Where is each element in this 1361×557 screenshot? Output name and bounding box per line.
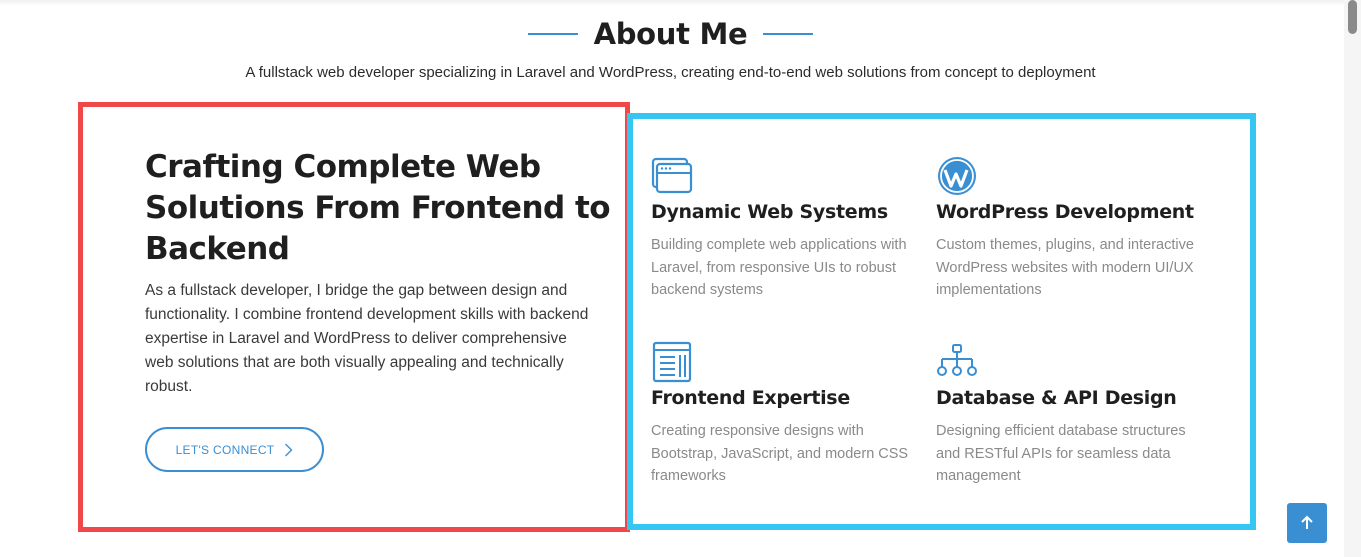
feature-wordpress-development: WordPress Development Custom themes, plu… (936, 155, 1206, 302)
feature-text: Creating responsive designs with Bootstr… (651, 423, 909, 484)
chevron-right-icon (285, 443, 293, 456)
top-shadow (0, 0, 1344, 6)
feature-title: Database & API Design (936, 387, 1177, 409)
lets-connect-label: LET'S CONNECT (175, 442, 275, 457)
section-title: About Me (593, 17, 748, 51)
section-subtitle: A fullstack web developer specializing i… (245, 64, 1096, 81)
wordpress-icon (938, 157, 976, 195)
diagram-icon (937, 344, 977, 376)
lets-connect-button[interactable]: LET'S CONNECT (145, 427, 324, 472)
title-line-left (527, 33, 578, 35)
intro-text: As a fullstack developer, I bridge the g… (145, 282, 589, 395)
arrow-up-icon (1301, 515, 1313, 529)
features-panel: Dynamic Web Systems Building complete we… (627, 113, 1256, 530)
feature-text: Building complete web applications with … (651, 237, 907, 298)
back-to-top-button[interactable] (1287, 503, 1327, 543)
intro-heading: Crafting Complete Web Solutions From Fro… (145, 149, 611, 267)
feature-frontend-expertise: Frontend Expertise Creating responsive d… (651, 341, 921, 488)
scrollbar-thumb[interactable] (1348, 0, 1357, 34)
intro-panel: Crafting Complete Web Solutions From Fro… (78, 102, 630, 532)
feature-text: Custom themes, plugins, and interactive … (936, 237, 1194, 298)
feature-dynamic-web-systems: Dynamic Web Systems Building complete we… (651, 155, 921, 302)
feature-title: Dynamic Web Systems (651, 201, 888, 223)
feature-title: WordPress Development (936, 201, 1194, 223)
feature-title: Frontend Expertise (651, 387, 850, 409)
feature-database-api-design: Database & API Design Designing efficien… (936, 341, 1206, 488)
browser-windows-icon (651, 157, 693, 194)
section-header: About Me A fullstack web developer speci… (0, 14, 1341, 81)
title-line-right (763, 33, 814, 35)
layout-icon (652, 341, 692, 383)
title-row: About Me (0, 14, 1341, 54)
vertical-scrollbar[interactable] (1344, 0, 1361, 557)
feature-text: Designing efficient database structures … (936, 423, 1186, 484)
